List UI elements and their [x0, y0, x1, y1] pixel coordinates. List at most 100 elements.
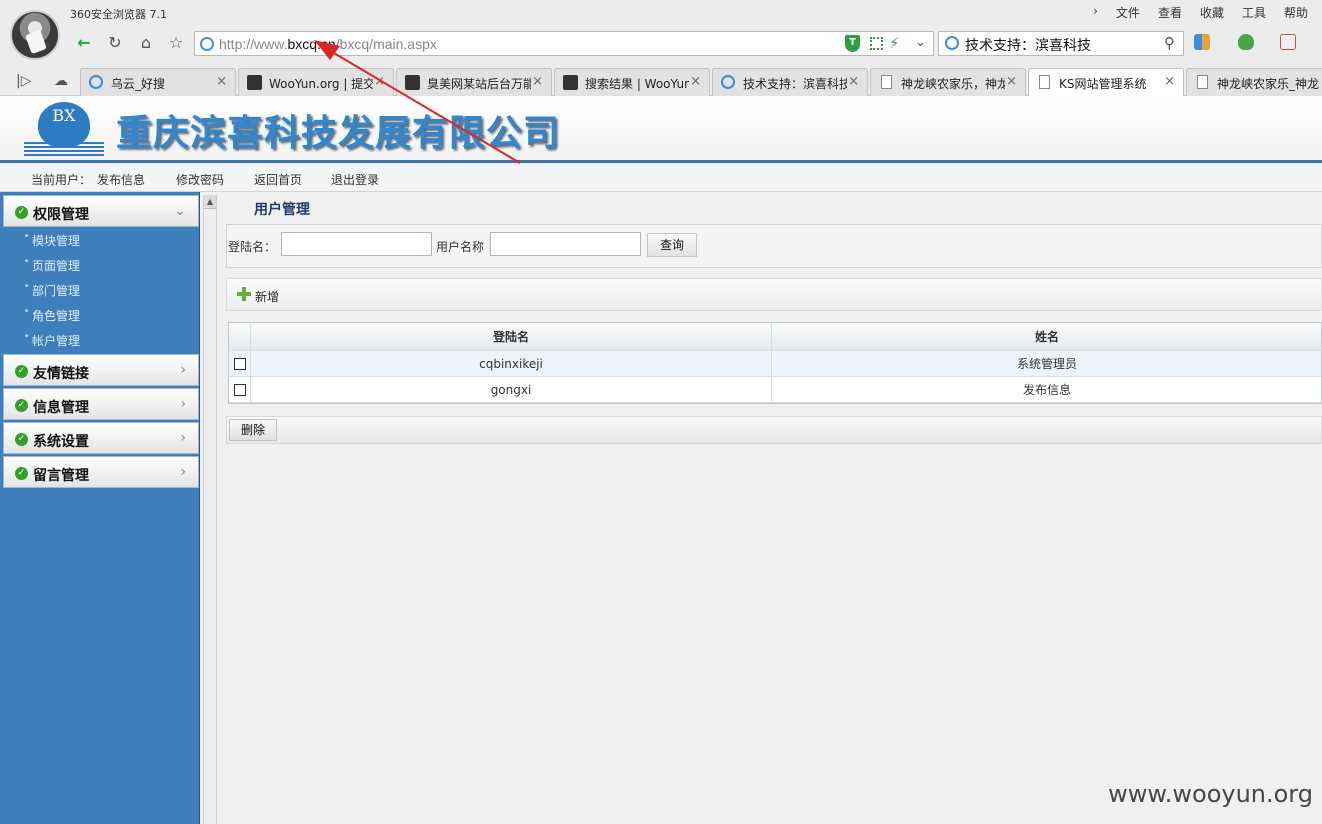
tab-6-active[interactable]: KS网站管理系统 ×: [1028, 68, 1184, 97]
tab-0[interactable]: 乌云_好搜 ×: [80, 68, 236, 96]
search-engine-icon[interactable]: [945, 36, 959, 50]
sidebar-section-permissions[interactable]: ✓ 权限管理 ⌄: [3, 195, 199, 227]
table-header: 登陆名 姓名: [229, 323, 1321, 351]
sidebar-item-roles[interactable]: 角色管理: [24, 307, 80, 324]
search-icon[interactable]: ⚲: [1164, 34, 1175, 52]
close-icon[interactable]: ×: [848, 74, 859, 89]
apps-icon[interactable]: [1194, 34, 1210, 50]
qr-code-icon[interactable]: [870, 37, 883, 50]
check-icon: ✓: [15, 399, 28, 412]
search-input[interactable]: 技术支持：滨喜科技 ⚲: [938, 31, 1184, 56]
site-icon: [405, 75, 420, 90]
guard-icon[interactable]: [1238, 34, 1254, 50]
query-button[interactable]: 查询: [647, 233, 697, 257]
address-text[interactable]: http://www.bxcq.cn/bxcq/main.aspx: [219, 36, 437, 52]
chevron-right-icon[interactable]: ›: [180, 396, 186, 412]
watermark: www.wooyun.org: [1108, 780, 1313, 808]
close-icon[interactable]: ×: [1006, 74, 1017, 89]
close-icon[interactable]: ×: [374, 74, 385, 89]
sidebar-toggle-icon[interactable]: |▷: [16, 73, 31, 89]
sidebar-section-messages[interactable]: ✓ 留言管理 ›: [3, 456, 199, 488]
login-input[interactable]: [281, 232, 432, 256]
username-label: 用户名称: [436, 240, 485, 254]
menu-favorites[interactable]: 收藏: [1200, 4, 1224, 21]
tab-5[interactable]: 神龙峡农家乐，神龙 ×: [870, 68, 1026, 96]
page-icon: [1197, 75, 1208, 89]
column-name[interactable]: 姓名: [772, 323, 1322, 350]
tab-7[interactable]: 神龙峡农家乐_神龙: [1186, 68, 1322, 96]
close-icon[interactable]: ×: [690, 74, 701, 89]
username-input[interactable]: [490, 232, 641, 256]
cell-name: 发布信息: [1022, 383, 1071, 397]
dropdown-chevron-icon[interactable]: ⌄: [915, 35, 926, 50]
collapse-arrow-icon[interactable]: ▲: [204, 195, 216, 209]
current-user: 发布信息: [97, 173, 146, 187]
check-icon: ✓: [15, 433, 28, 446]
check-icon: ✓: [15, 467, 28, 480]
table-row[interactable]: gongxi 发布信息: [229, 377, 1321, 403]
chevron-right-icon[interactable]: ›: [180, 464, 186, 480]
security-shield-icon[interactable]: T: [845, 35, 860, 52]
row-checkbox[interactable]: [234, 384, 246, 396]
home-link[interactable]: 返回首页: [254, 171, 302, 188]
address-bar[interactable]: http://www.bxcq.cn/bxcq/main.aspx T ⚡ ⌄: [194, 31, 934, 56]
tab-strip: |▷ ☁ 乌云_好搜 × WooYun.org | 提交 × 臭美网某站后台万能…: [0, 67, 1322, 97]
menu-file[interactable]: 文件: [1116, 4, 1140, 21]
refresh-icon[interactable]: ↻: [103, 32, 127, 54]
close-icon[interactable]: ×: [216, 74, 227, 89]
table-row[interactable]: cqbinxikeji 系统管理员: [229, 351, 1321, 377]
row-checkbox[interactable]: [234, 358, 246, 370]
sidebar-item-departments[interactable]: 部门管理: [24, 282, 80, 299]
change-password-link[interactable]: 修改密码: [176, 171, 224, 188]
action-toolbar: 新增: [226, 278, 1322, 311]
add-icon[interactable]: [237, 287, 251, 301]
reader-icon[interactable]: [1280, 34, 1296, 50]
site-status-icon: [200, 37, 214, 51]
tab-1[interactable]: WooYun.org | 提交 ×: [238, 68, 394, 96]
tab-3[interactable]: 搜索结果 | WooYun ×: [554, 68, 710, 96]
delete-button[interactable]: 删除: [229, 419, 277, 441]
user-avatar[interactable]: [10, 10, 60, 60]
sidebar-item-modules[interactable]: 模块管理: [24, 232, 80, 249]
page-title: 用户管理: [254, 202, 310, 218]
logout-link[interactable]: 退出登录: [331, 171, 379, 188]
menu-expand-icon[interactable]: ›: [1093, 4, 1098, 21]
search-text: 技术支持：滨喜科技: [965, 38, 1091, 54]
sidebar-section-links[interactable]: ✓ 友情链接 ›: [3, 354, 199, 386]
add-button[interactable]: 新增: [255, 288, 279, 305]
menu-tools[interactable]: 工具: [1242, 4, 1266, 21]
page-icon: [881, 75, 892, 89]
chevron-right-icon[interactable]: ›: [180, 430, 186, 446]
login-label: 登陆名：: [228, 240, 277, 254]
sidebar-item-accounts[interactable]: 帐户管理: [24, 332, 80, 349]
company-name: 重庆滨喜科技发展有限公司: [116, 113, 561, 154]
sidebar-section-settings[interactable]: ✓ 系统设置 ›: [3, 422, 199, 454]
check-icon: ✓: [15, 206, 28, 219]
close-icon[interactable]: ×: [1164, 74, 1175, 89]
sidebar-section-info[interactable]: ✓ 信息管理 ›: [3, 388, 199, 420]
menu-view[interactable]: 查看: [1158, 4, 1182, 21]
window-menu: › 文件 查看 收藏 工具 帮助: [1075, 4, 1308, 21]
current-user-label: 当前用户：: [31, 173, 92, 187]
chevron-right-icon[interactable]: ›: [180, 362, 186, 378]
browser-chrome: 360安全浏览器 7.1 › 文件 查看 收藏 工具 帮助 ← ↻ ⌂ ☆ ht…: [0, 0, 1322, 97]
menu-help[interactable]: 帮助: [1284, 4, 1308, 21]
sidebar-item-pages[interactable]: 页面管理: [24, 257, 80, 274]
frame-splitter[interactable]: ▲: [203, 195, 217, 824]
cloud-icon[interactable]: ☁: [54, 73, 68, 89]
column-login[interactable]: 登陆名: [251, 323, 772, 350]
tab-2[interactable]: 臭美网某站后台万能 ×: [396, 68, 552, 96]
close-icon[interactable]: ×: [532, 74, 543, 89]
check-icon: ✓: [15, 365, 28, 378]
home-icon[interactable]: ⌂: [134, 32, 158, 54]
tab-4[interactable]: 技术支持：滨喜科技 ×: [712, 68, 868, 96]
site-icon: [563, 75, 578, 90]
sidebar: ✓ 权限管理 ⌄ 模块管理 页面管理 部门管理 角色管理 帐户管理 ✓ 友情链接…: [0, 192, 200, 824]
chevron-down-icon[interactable]: ⌄: [174, 203, 186, 219]
star-icon[interactable]: ☆: [164, 32, 188, 54]
cell-name: 系统管理员: [1016, 357, 1077, 371]
users-table: 登陆名 姓名 cqbinxikeji 系统管理员 gongxi 发布信息: [228, 322, 1322, 404]
search-icon: [721, 75, 735, 89]
back-arrow-icon[interactable]: ←: [72, 32, 96, 54]
bolt-icon[interactable]: ⚡: [889, 34, 900, 52]
